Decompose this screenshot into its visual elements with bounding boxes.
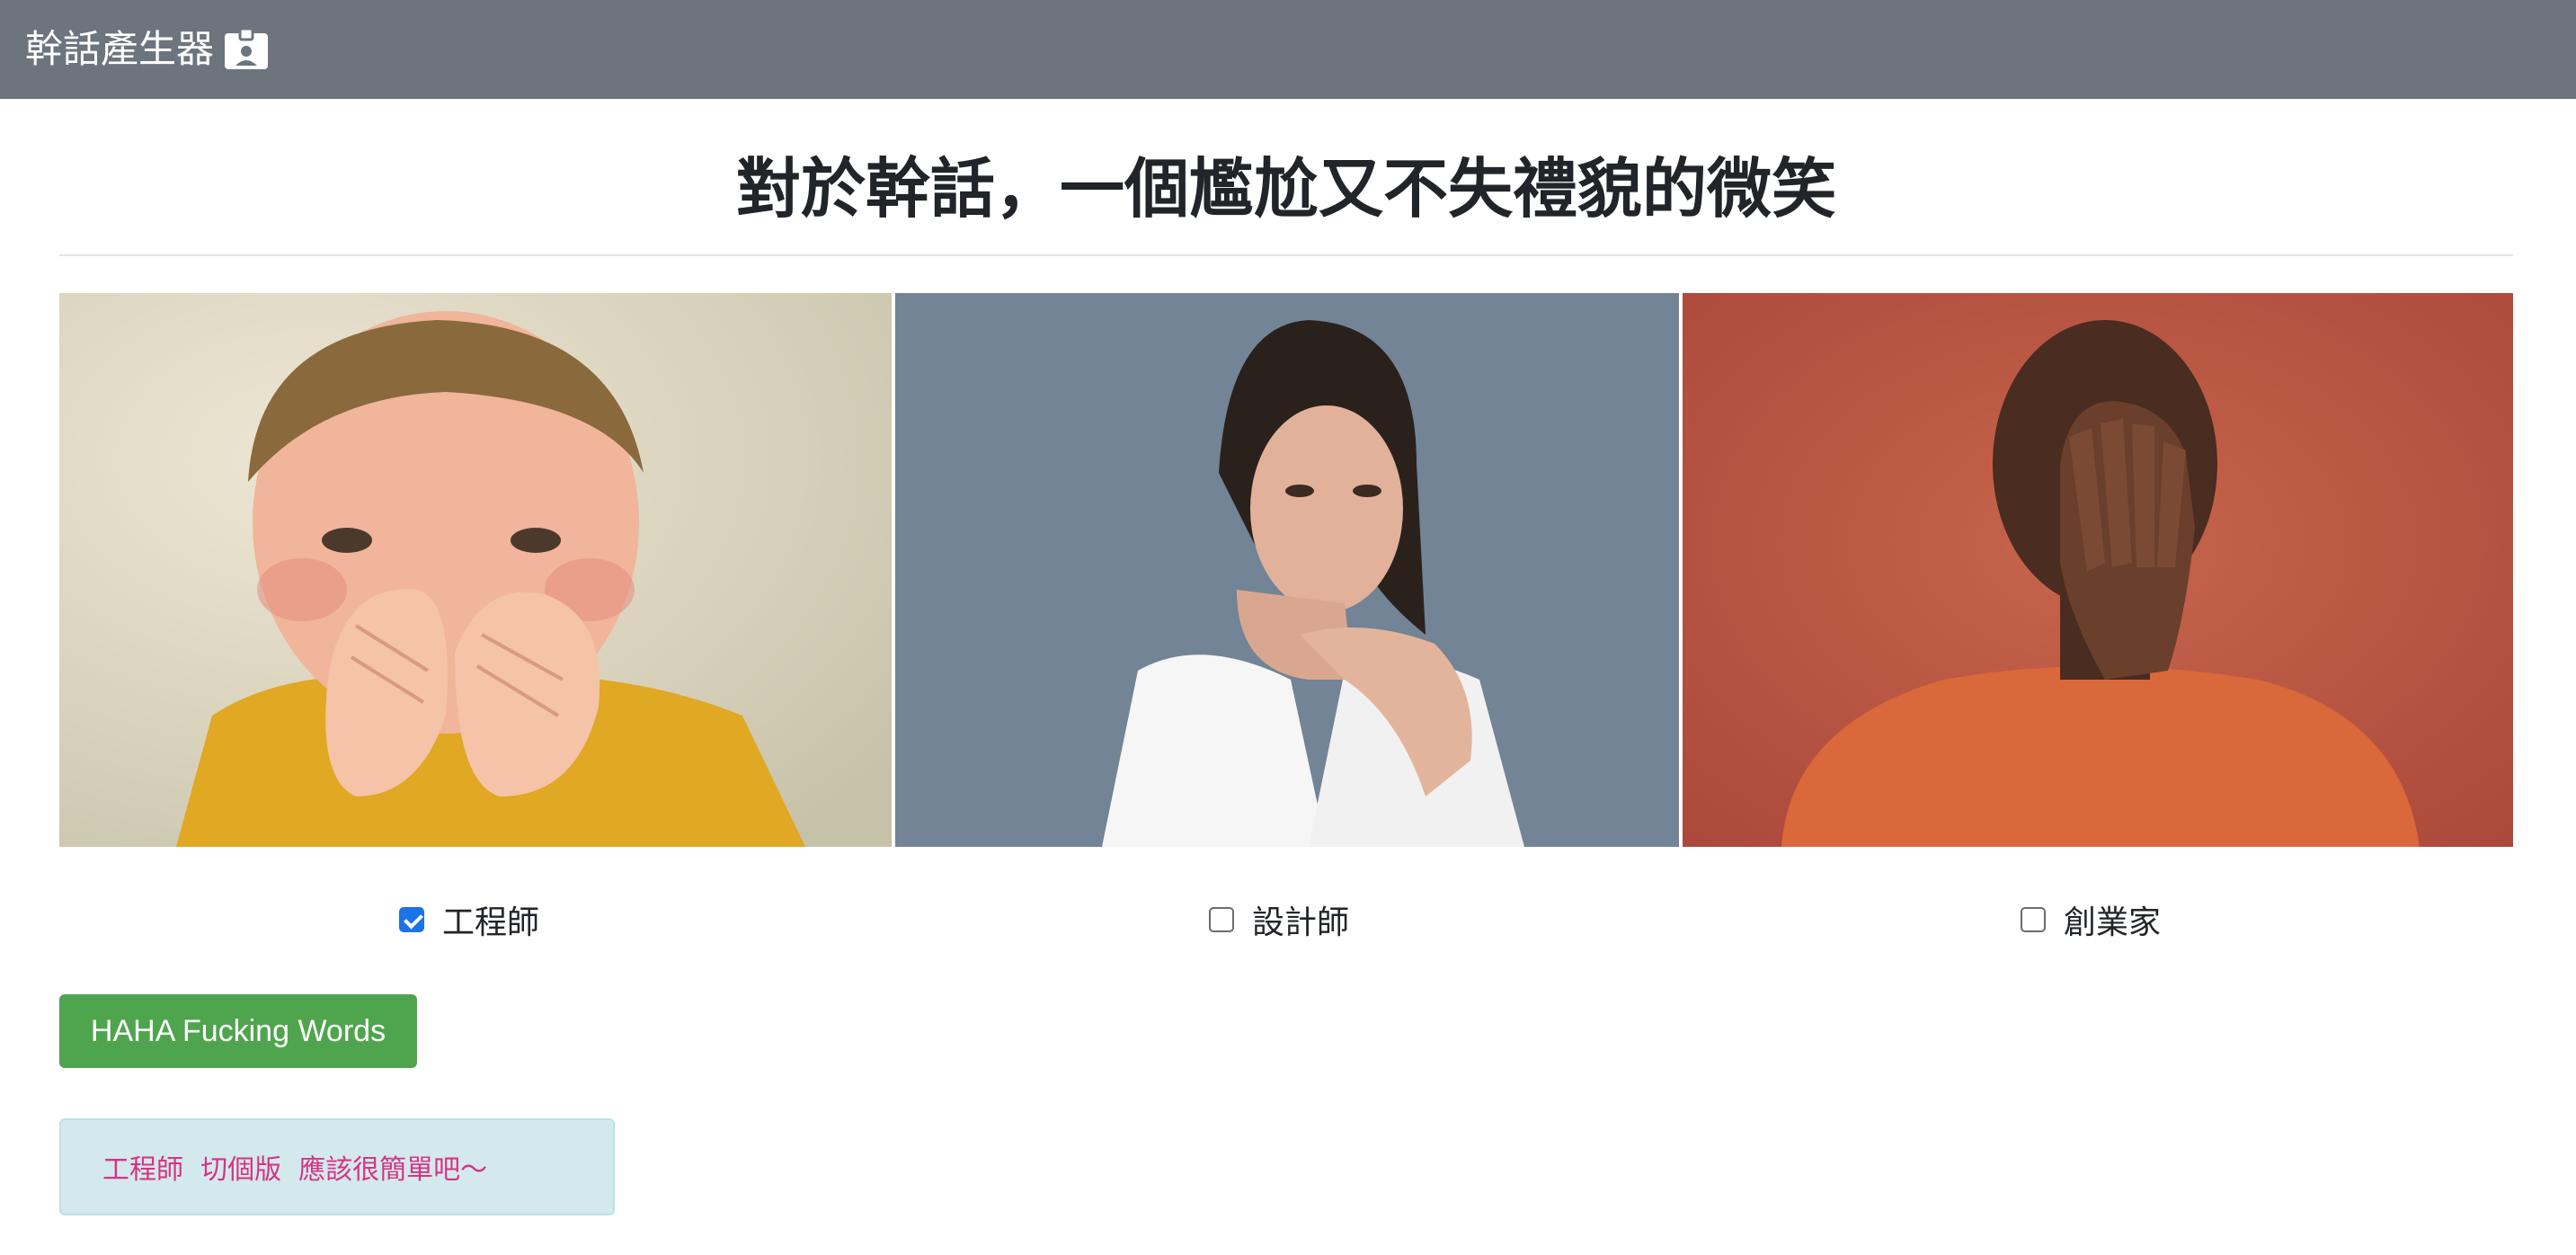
role-designer-option[interactable]: 設計師 [1209, 895, 1349, 944]
navbar-brand[interactable]: 幹話產生器 [25, 27, 270, 71]
generate-button[interactable]: HAHA Fucking Words [59, 994, 417, 1068]
designer-checkbox[interactable] [1209, 907, 1234, 932]
child-laughing-photo [59, 293, 892, 847]
role-designer-label: 設計師 [1252, 904, 1350, 941]
role-engineer-option[interactable]: 工程師 [399, 895, 539, 944]
man-facepalm-photo [1683, 293, 2513, 847]
entrepreneur-checkbox[interactable] [2021, 907, 2046, 932]
role-entrepreneur-option[interactable]: 創業家 [2021, 895, 2161, 944]
role-engineer-label: 工程師 [442, 904, 540, 941]
title-divider [59, 254, 2513, 256]
page-title: 對於幹話，一個尷尬又不失禮貌的微笑 [735, 151, 1836, 227]
result-text: 工程師 切個版 應該很簡單吧～ [102, 1154, 488, 1186]
engineer-checkbox[interactable] [399, 907, 424, 932]
id-badge-icon [223, 27, 270, 71]
brand-title: 幹話產生器 [25, 27, 215, 71]
navbar: 幹話產生器 [0, 0, 2576, 99]
role-entrepreneur-label: 創業家 [2064, 904, 2162, 941]
result-alert: 工程師 切個版 應該很簡單吧～ [59, 1118, 615, 1215]
woman-laughing-photo [895, 293, 1679, 847]
